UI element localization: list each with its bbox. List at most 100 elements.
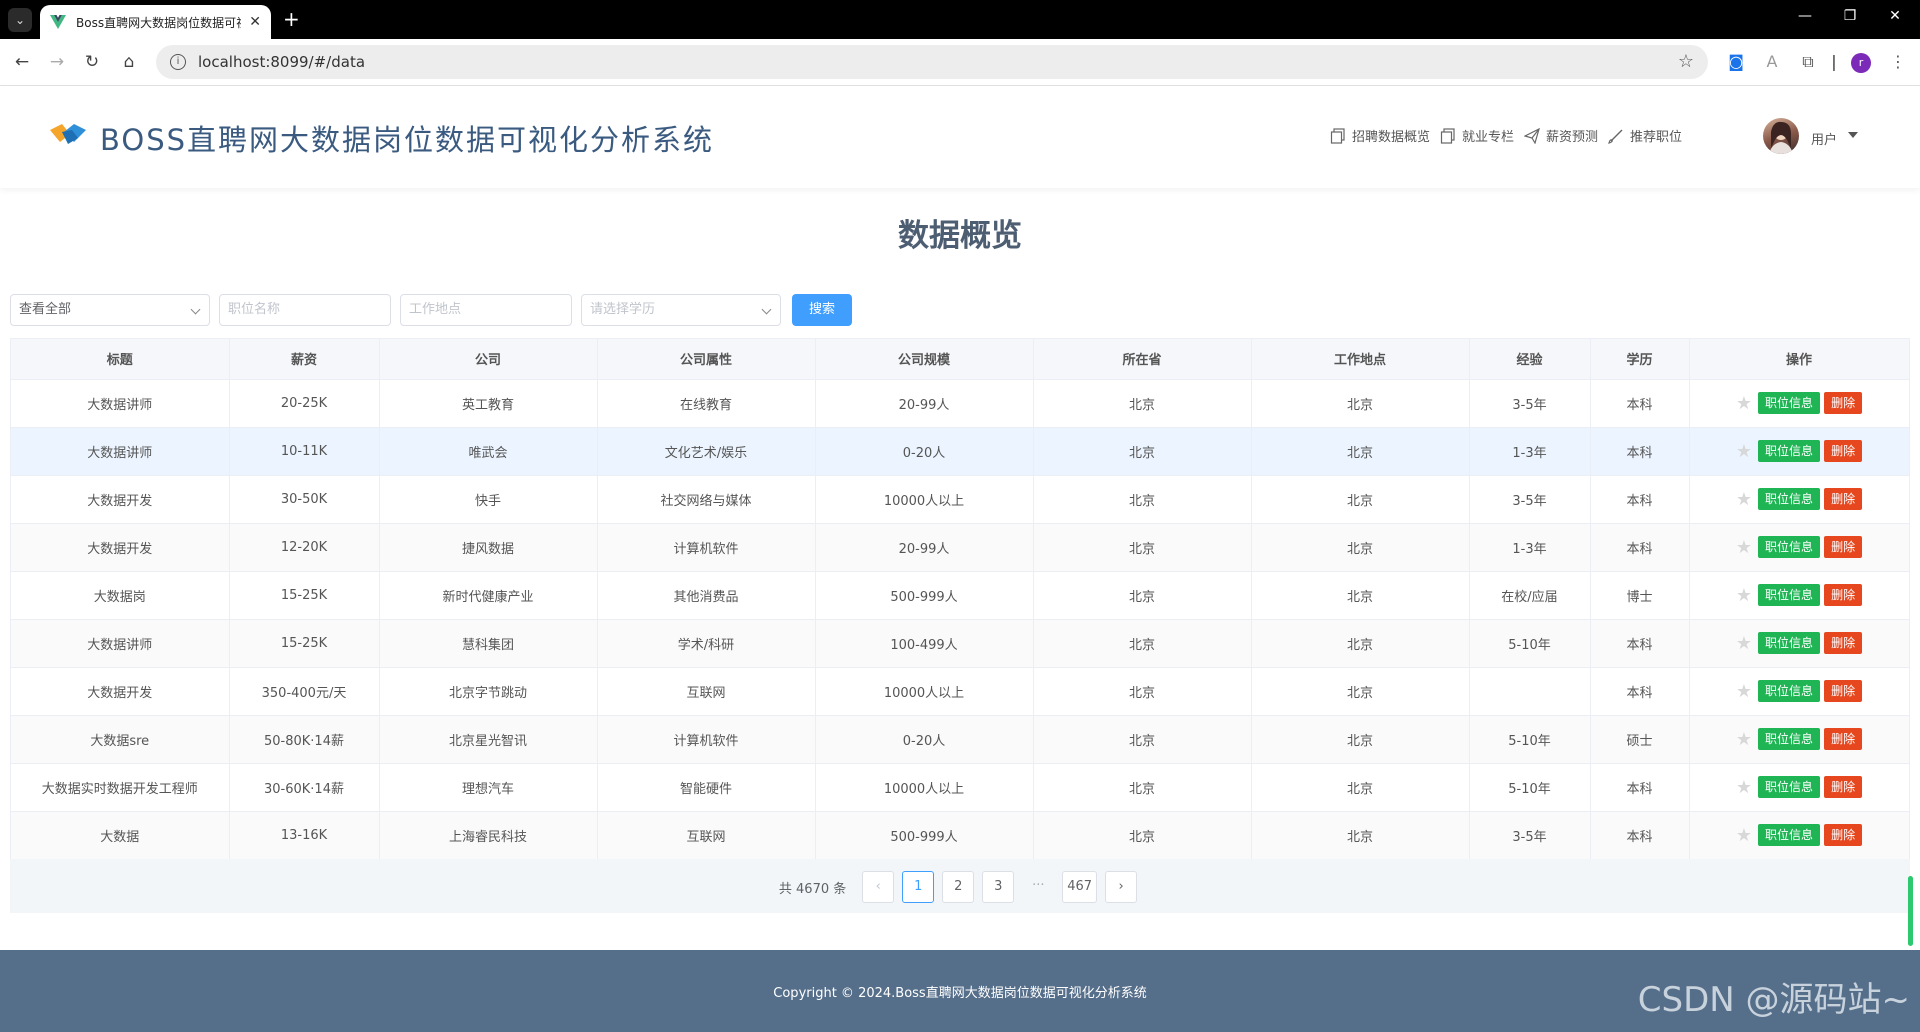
address-url[interactable]: localhost:8099/#/data — [198, 53, 365, 71]
table-row[interactable]: 大数据岗 15-25K 新时代健康产业 其他消费品 500-999人 北京 北京 在校/应届博… — [11, 571, 1910, 620]
browser-tab[interactable]: Boss直聘网大数据岗位数据可视化分析系统 ✕ — [40, 5, 271, 39]
nav-item-recommend[interactable]: 推荐职位 — [1608, 126, 1682, 145]
delete-button[interactable]: 删除 — [1824, 584, 1863, 606]
job-info-button[interactable]: 职位信息 — [1758, 824, 1821, 846]
nav-item-career[interactable]: 就业专栏 — [1440, 126, 1514, 145]
job-info-button[interactable]: 职位信息 — [1758, 680, 1821, 702]
delete-button[interactable]: 删除 — [1824, 632, 1863, 654]
scope-select[interactable]: 查看全部 — [10, 294, 210, 326]
page-button[interactable]: 3 — [982, 871, 1015, 903]
job-info-button[interactable]: 职位信息 — [1758, 488, 1821, 510]
delete-button[interactable]: 删除 — [1824, 392, 1863, 414]
job-info-button[interactable]: 职位信息 — [1758, 632, 1821, 654]
job-info-button[interactable]: 职位信息 — [1758, 728, 1821, 750]
row-actions: ★ 职位信息 删除 — [1689, 475, 1910, 524]
job-info-button[interactable]: 职位信息 — [1758, 392, 1821, 414]
favorite-star-icon[interactable]: ★ — [1736, 729, 1752, 750]
location-input[interactable]: 工作地点 — [400, 294, 572, 326]
tab-title: Boss直聘网大数据岗位数据可视化分析系统 — [76, 15, 241, 30]
search-button[interactable]: 搜索 — [792, 294, 852, 326]
job-info-button[interactable]: 职位信息 — [1758, 776, 1821, 798]
table-cell: 大数据讲师 — [11, 619, 230, 668]
favorite-star-icon[interactable]: ★ — [1736, 441, 1752, 462]
nav-item-label[interactable]: 招聘数据概览 — [1352, 126, 1430, 145]
address-bar[interactable]: i localhost:8099/#/data ☆ — [156, 45, 1708, 79]
minimize-icon[interactable]: — — [1793, 8, 1817, 24]
site-info-icon[interactable]: i — [170, 54, 186, 70]
favorite-star-icon[interactable]: ★ — [1736, 489, 1752, 510]
nav-item-label[interactable]: 就业专栏 — [1462, 126, 1514, 145]
table-row[interactable]: 大数据实时数据开发工程师 30-60K·14薪 理想汽车 智能硬件 10000人以上 北京… — [11, 763, 1910, 812]
extensions-puzzle-icon[interactable]: ⧉ — [1796, 50, 1820, 74]
table-cell: 大数据sre — [11, 715, 230, 764]
browser-toolbar: ← → ↻ ⌂ i localhost:8099/#/data ☆ ◙ A ⧉ … — [0, 39, 1920, 86]
table-row[interactable]: 大数据开发 12-20K 捷风数据 计算机软件 20-99人 北京 北京 1-3年 本科 ★ 职位信… — [11, 523, 1910, 572]
tab-search-button[interactable]: ⌄ — [8, 8, 32, 32]
page-ellipsis[interactable]: ··· — [1022, 871, 1054, 903]
favorite-star-icon[interactable]: ★ — [1736, 393, 1752, 414]
delete-button[interactable]: 删除 — [1824, 728, 1863, 750]
favorite-star-icon[interactable]: ★ — [1736, 633, 1752, 654]
nav-item-label[interactable]: 薪资预测 — [1546, 126, 1598, 145]
prev-page-icon[interactable]: ‹ — [862, 871, 895, 903]
delete-button[interactable]: 删除 — [1824, 440, 1863, 462]
column-header: 经验 — [1469, 339, 1591, 380]
favorite-star-icon[interactable]: ★ — [1736, 777, 1752, 798]
table-row[interactable]: 大数据 13-16K 上海睿民科技 互联网 500-999人 北京 北京 3-5年 本科 ★ 职位信… — [11, 811, 1910, 860]
favorite-star-icon[interactable]: ★ — [1736, 585, 1752, 606]
page-button[interactable]: 467 — [1062, 871, 1098, 903]
user-menu-label[interactable]: 用户 — [1811, 129, 1837, 148]
reload-icon[interactable]: ↻ — [80, 50, 104, 74]
table-cell: 博士 — [1590, 571, 1690, 620]
scrollbar-thumb[interactable] — [1908, 876, 1913, 946]
caret-down-icon[interactable] — [1848, 132, 1858, 138]
table-cell: 计算机软件 — [597, 715, 816, 764]
favorite-star-icon[interactable]: ★ — [1736, 537, 1752, 558]
delete-button[interactable]: 删除 — [1824, 536, 1863, 558]
profile-avatar[interactable]: r — [1851, 53, 1871, 73]
table-cell: 10-11K — [229, 427, 380, 476]
browser-menu-icon[interactable]: ⋮ — [1886, 50, 1910, 74]
favorite-star-icon[interactable]: ★ — [1736, 825, 1752, 846]
extension-icon[interactable]: ◙ — [1724, 50, 1748, 74]
restore-icon[interactable]: ❐ — [1838, 8, 1862, 24]
table-row[interactable]: 大数据sre 50-80K·14薪 北京星光智讯 计算机软件 0-20人 北京 北京 5-10… — [11, 715, 1910, 764]
delete-button[interactable]: 删除 — [1824, 680, 1863, 702]
delete-button[interactable]: 删除 — [1824, 488, 1863, 510]
job-title-input[interactable]: 职位名称 — [219, 294, 391, 326]
education-select[interactable]: 请选择学历 — [581, 294, 781, 326]
table-row[interactable]: 大数据讲师 20-25K 英工教育 在线教育 20-99人 北京 北京 3-5年 本科 ★ 职位信息… — [11, 379, 1910, 428]
forward-icon[interactable]: → — [45, 50, 69, 74]
nav-item-overview[interactable]: 招聘数据概览 — [1330, 126, 1430, 145]
close-window-icon[interactable]: ✕ — [1883, 8, 1907, 24]
user-avatar[interactable] — [1763, 118, 1799, 154]
table-row[interactable]: 大数据讲师 15-25K 慧科集团 学术/科研 100-499人 北京 北京 5-10年 本科 ★… — [11, 619, 1910, 668]
favorite-star-icon[interactable]: ★ — [1736, 681, 1752, 702]
chevron-down-icon — [190, 304, 201, 315]
nav-item-label[interactable]: 推荐职位 — [1630, 126, 1682, 145]
page-button[interactable]: 1 — [902, 871, 935, 903]
job-info-button[interactable]: 职位信息 — [1758, 584, 1821, 606]
home-icon[interactable]: ⌂ — [117, 50, 141, 74]
extension-a-icon[interactable]: A — [1760, 50, 1784, 74]
job-info-button[interactable]: 职位信息 — [1758, 440, 1821, 462]
next-page-icon[interactable]: › — [1105, 871, 1138, 903]
table-cell: 3-5年 — [1469, 475, 1591, 524]
bookmark-star-icon[interactable]: ☆ — [1678, 51, 1694, 72]
new-tab-icon[interactable]: + — [283, 8, 300, 30]
close-tab-icon[interactable]: ✕ — [249, 14, 261, 30]
table-cell: 10000人以上 — [815, 475, 1034, 524]
table-cell: 北京 — [1033, 571, 1252, 620]
table-cell: 50-80K·14薪 — [229, 715, 380, 764]
table-row[interactable]: 大数据开发 30-50K 快手 社交网络与媒体 10000人以上 北京 北京 3-5年 本科 ★ 职… — [11, 475, 1910, 524]
table-row[interactable]: 大数据讲师 10-11K 唯武会 文化艺术/娱乐 0-20人 北京 北京 1-3年 本科 ★ 职位信… — [11, 427, 1910, 476]
delete-button[interactable]: 删除 — [1824, 776, 1863, 798]
delete-button[interactable]: 删除 — [1824, 824, 1863, 846]
back-icon[interactable]: ← — [10, 50, 34, 74]
nav-item-salary-predict[interactable]: 薪资预测 — [1524, 126, 1598, 145]
page-button[interactable]: 2 — [942, 871, 975, 903]
table-cell: 北京 — [1033, 475, 1252, 524]
table-row[interactable]: 大数据开发 350-400元/天 北京字节跳动 互联网 10000人以上 北京 北京 本科 ★ 职… — [11, 667, 1910, 716]
job-info-button[interactable]: 职位信息 — [1758, 536, 1821, 558]
column-header: 工作地点 — [1251, 339, 1470, 380]
